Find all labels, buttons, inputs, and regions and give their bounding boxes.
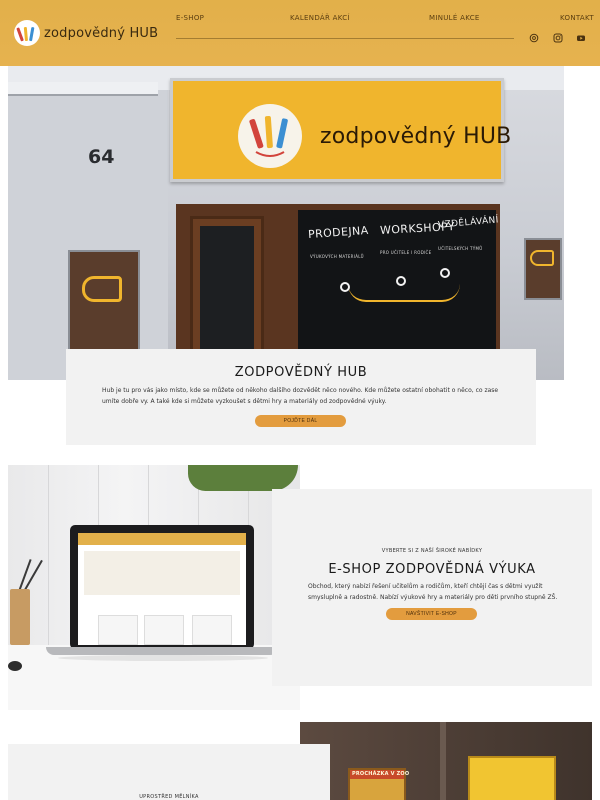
pencil-cup — [10, 589, 30, 645]
screen-header — [78, 533, 246, 545]
sign-text: zodpovědný HUB — [320, 124, 512, 149]
pojdte-dal-button[interactable]: POJĎTE DÁL — [255, 415, 346, 427]
eshop-title: E-SHOP ZODPOVĚDNÁ VÝUKA — [328, 562, 536, 577]
window-dot — [440, 268, 450, 278]
window-dot — [396, 276, 406, 286]
screen-banner — [84, 551, 240, 595]
sign-logo-icon — [238, 104, 302, 168]
nav-eshop[interactable]: E-SHOP — [176, 14, 204, 22]
nav-minule-akce[interactable]: MINULÉ AKCE — [429, 14, 480, 22]
screen-product-card — [192, 615, 232, 645]
screen-product-card — [144, 615, 184, 645]
logo-text: zodpovědný HUB — [44, 25, 159, 41]
nav-kalendar-akci[interactable]: KALENDÁŘ AKCÍ — [290, 14, 350, 22]
window-sub-3: UČITELSKÝCH TÝMŮ — [438, 246, 483, 251]
hero-title: ZODPOVĚDNÝ HUB — [234, 365, 368, 380]
navstivit-eshop-button[interactable]: NAVŠTIVIT E-SHOP — [386, 608, 477, 620]
eshop-text: Obchod, který nabízí řešení učitelům a r… — [308, 583, 558, 601]
logo-pencils-icon — [14, 20, 40, 46]
laptop-shadow — [58, 655, 268, 661]
plant-leaves — [188, 465, 298, 491]
laptop-screen — [78, 533, 246, 645]
location-card: UPROSTŘED MĚLNÍKA — [8, 744, 330, 800]
wall-plate-right — [524, 238, 562, 300]
youtube-icon[interactable] — [576, 33, 586, 43]
game-box-yellow — [468, 756, 556, 800]
window-dot — [340, 282, 350, 292]
eshop-eyebrow: VYBERTE SI Z NAŠÍ ŠIROKÉ NABÍDKY — [381, 548, 483, 554]
hand-icon — [82, 276, 122, 302]
window-swoop — [348, 284, 460, 302]
hero-text: Hub je tu pro vás jako místo, kde se můž… — [102, 387, 499, 405]
window-sub-1: VÝUKOVÝCH MATERIÁLŮ — [310, 254, 364, 259]
screen-product-card — [98, 615, 138, 645]
hero-image: 64 zodpovědný HUB PRODEJNA WORKSHOPY VZD… — [8, 66, 564, 380]
house-number: 64 — [88, 146, 115, 168]
location-eyebrow: UPROSTŘED MĚLNÍKA — [139, 794, 199, 800]
threads-icon[interactable] — [529, 33, 539, 43]
wall-plate-left — [68, 250, 140, 358]
site-header: zodpovědný HUB E-SHOP KALENDÁŘ AKCÍ MINU… — [0, 0, 600, 66]
shelf-post — [440, 722, 446, 800]
window-sub-2: PRO UČITELE I RODIČE — [380, 250, 432, 255]
hero-card: ZODPOVĚDNÝ HUB Hub je tu pro vás jako mí… — [66, 349, 536, 445]
main-nav: E-SHOP KALENDÁŘ AKCÍ MINULÉ AKCE KONTAKT — [176, 14, 594, 26]
nav-divider — [176, 38, 514, 39]
laptop-base — [46, 647, 278, 655]
logo[interactable]: zodpovědný HUB — [14, 18, 158, 48]
eshop-card: VYBERTE SI Z NAŠÍ ŠIROKÉ NABÍDKY E-SHOP … — [272, 489, 592, 686]
eshop-laptop-image — [8, 465, 300, 710]
wall-panel-line — [48, 465, 49, 655]
cable — [8, 661, 22, 671]
window-sill — [8, 82, 158, 96]
hand-icon — [530, 250, 554, 266]
games-image: PROCHÁZKA V ZOO — [300, 722, 592, 800]
game-box-label: PROCHÁZKA V ZOO — [352, 771, 410, 777]
instagram-icon[interactable] — [553, 33, 563, 43]
nav-kontakt[interactable]: KONTAKT — [560, 14, 594, 22]
